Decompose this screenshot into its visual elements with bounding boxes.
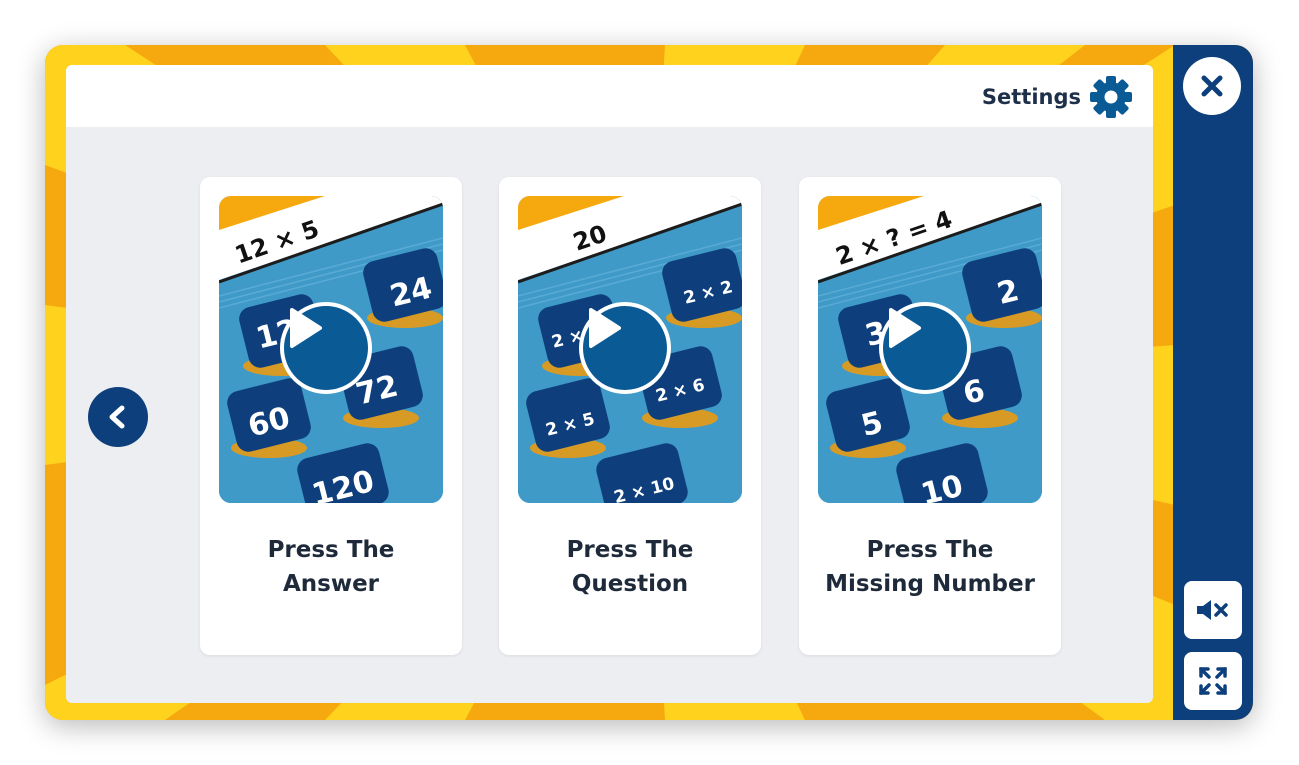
play-button[interactable]: [280, 302, 372, 394]
card-title-line-2: Answer: [282, 571, 380, 597]
close-icon: [1201, 75, 1223, 97]
settings-label: Settings: [981, 85, 1081, 109]
game-card-press-the-question[interactable]: 2 × 2 2 × 4 2 × 5 2 × 6 2 × 10 20 Press …: [499, 177, 761, 655]
play-icon: [589, 308, 621, 348]
card-title-line-1: Press The: [866, 537, 994, 563]
game-thumbnail: 2 3 5 6 10 2 × ? = 4: [818, 196, 1042, 503]
play-icon: [889, 308, 921, 348]
play-button[interactable]: [579, 302, 671, 394]
mute-button[interactable]: [1184, 581, 1242, 639]
main-panel: Settings 24 12 60 72 120 12 × 5 Press Th…: [66, 65, 1153, 703]
card-title-line-1: Press The: [267, 537, 395, 563]
sidebar: [1173, 45, 1253, 720]
card-title: Press The Answer: [200, 533, 462, 601]
card-title-line-2: Question: [571, 571, 689, 597]
card-title-line-1: Press The: [566, 537, 694, 563]
card-title-line-2: Missing Number: [825, 571, 1035, 597]
game-card-press-the-answer[interactable]: 24 12 60 72 120 12 × 5 Press The Answer: [200, 177, 462, 655]
card-title: Press The Missing Number: [799, 533, 1061, 601]
chevron-left-icon: [109, 405, 125, 429]
card-title: Press The Question: [499, 533, 761, 601]
speaker-muted-icon: [1197, 600, 1228, 620]
game-card-press-the-missing-number[interactable]: 2 3 5 6 10 2 × ? = 4 Press The Missing N…: [799, 177, 1061, 655]
expand-icon: [1199, 667, 1227, 695]
top-bar: Settings: [66, 65, 1153, 127]
fullscreen-button[interactable]: [1184, 652, 1242, 710]
play-button[interactable]: [879, 302, 971, 394]
game-thumbnail: 24 12 60 72 120 12 × 5: [219, 196, 443, 503]
play-icon: [290, 308, 322, 348]
game-thumbnail: 2 × 2 2 × 4 2 × 5 2 × 6 2 × 10 20: [518, 196, 742, 503]
game-frame: Settings 24 12 60 72 120 12 × 5 Press Th…: [45, 45, 1253, 720]
previous-button[interactable]: [88, 387, 148, 447]
settings-button[interactable]: Settings: [982, 75, 1133, 119]
gear-icon: [1090, 76, 1132, 118]
close-button[interactable]: [1183, 57, 1241, 115]
